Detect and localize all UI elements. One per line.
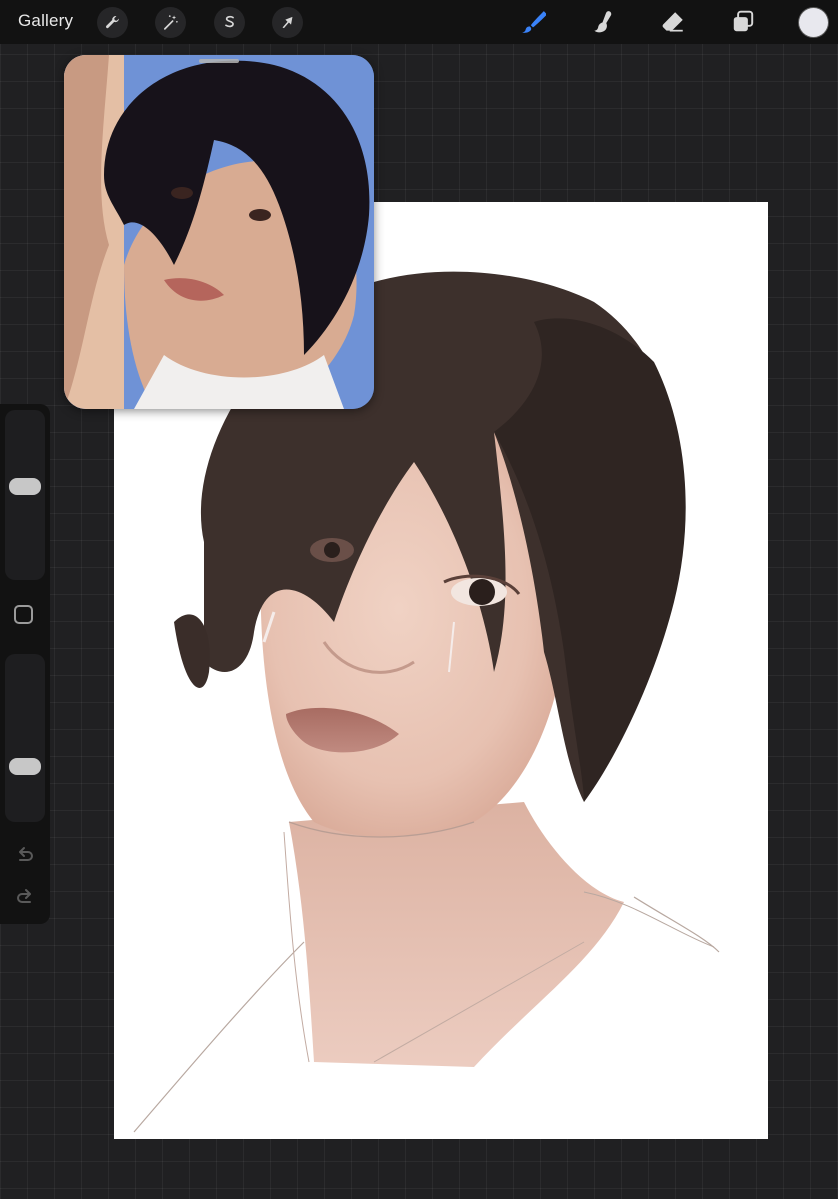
redo-button[interactable] xyxy=(13,886,37,910)
brush-size-thumb[interactable] xyxy=(9,477,41,495)
actions-button[interactable] xyxy=(97,7,128,38)
layers-icon xyxy=(733,10,754,32)
brush-tool-button[interactable] xyxy=(517,6,549,38)
selection-s-icon xyxy=(225,15,234,28)
modify-button[interactable] xyxy=(14,605,33,624)
reference-window[interactable] xyxy=(64,55,374,409)
top-toolbar: Gallery xyxy=(0,0,838,44)
arrow-cursor-icon xyxy=(282,16,293,29)
eraser-tool-button[interactable] xyxy=(657,6,689,38)
smudge-tool-button[interactable] xyxy=(587,6,619,38)
gallery-button[interactable]: Gallery xyxy=(18,11,73,31)
opacity-slider[interactable] xyxy=(5,654,45,822)
brush-size-slider[interactable] xyxy=(5,410,45,580)
adjustments-button[interactable] xyxy=(155,7,186,38)
redo-arrow-icon xyxy=(17,889,31,903)
smudge-finger-icon xyxy=(594,11,612,33)
eraser-icon xyxy=(662,12,683,32)
opacity-thumb[interactable] xyxy=(9,758,41,776)
magic-wand-icon xyxy=(163,15,178,30)
transform-button[interactable] xyxy=(272,7,303,38)
reference-drag-handle[interactable] xyxy=(199,59,239,63)
brush-icon xyxy=(522,11,546,33)
layers-button[interactable] xyxy=(727,6,759,38)
reference-photo xyxy=(64,55,374,409)
wrench-icon xyxy=(105,16,119,29)
selection-button[interactable] xyxy=(214,7,245,38)
procreate-app: Gallery xyxy=(0,0,838,1199)
undo-arrow-icon xyxy=(19,847,33,861)
undo-button[interactable] xyxy=(13,844,37,868)
sidebar xyxy=(0,404,50,924)
color-picker-button[interactable] xyxy=(799,8,828,37)
